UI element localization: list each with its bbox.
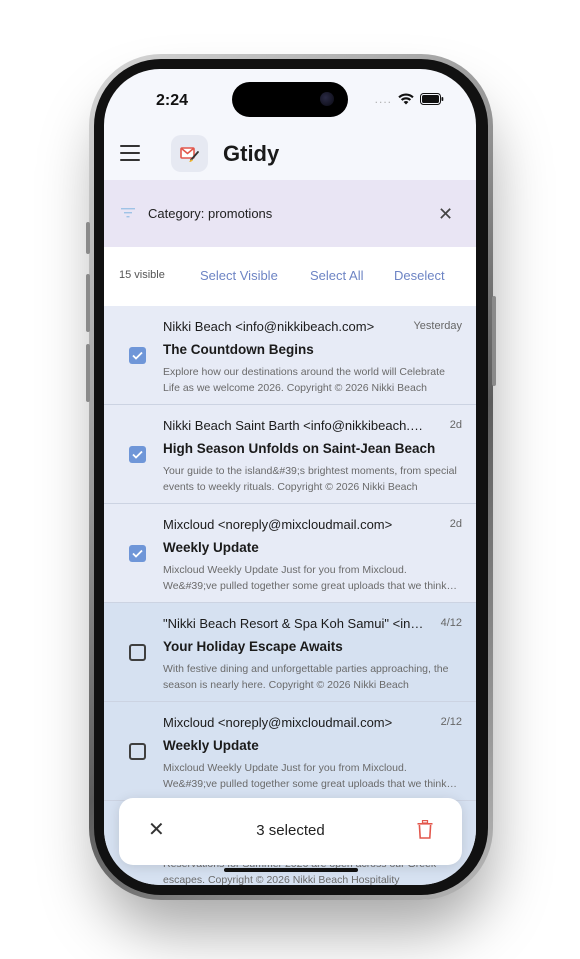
email-sender: Nikki Beach Saint Barth <info@nikkibeach… xyxy=(163,418,425,433)
deselect-button[interactable]: Deselect xyxy=(394,268,445,283)
email-sender: Nikki Beach <info@nikkibeach.com> xyxy=(163,319,375,334)
email-preview: Mixcloud Weekly Update Just for you from… xyxy=(163,762,447,790)
selection-actions-bar: 15 visible Select Visible Select All Des… xyxy=(104,247,476,306)
email-row[interactable]: "Nikki Beach Resort & Spa Koh Samui" <in… xyxy=(104,603,476,702)
dynamic-island xyxy=(232,82,348,117)
filter-label: Category: promotions xyxy=(148,206,273,221)
email-preview: Your guide to the island&#39;s brightest… xyxy=(163,465,457,493)
camera-icon xyxy=(320,92,334,106)
battery-icon xyxy=(420,93,444,105)
email-sender: "Nikki Beach Resort & Spa Koh Samui" <in… xyxy=(163,616,425,631)
app-header: Gtidy xyxy=(104,125,476,180)
select-visible-button[interactable]: Select Visible xyxy=(200,268,278,283)
email-row[interactable]: Mixcloud <noreply@mixcloudmail.com> 2/12… xyxy=(104,702,476,801)
email-checkbox-unchecked[interactable] xyxy=(129,743,146,760)
volume-down-button xyxy=(86,344,90,402)
email-row[interactable]: Nikki Beach Saint Barth <info@nikkibeach… xyxy=(104,405,476,504)
signal-dots: .... xyxy=(374,92,392,106)
email-subject: Your Holiday Escape Awaits xyxy=(163,639,343,654)
check-icon xyxy=(132,549,143,558)
visible-count: 15 visible xyxy=(119,269,165,281)
email-date: 2/12 xyxy=(440,716,462,728)
email-preview: Explore how our destinations around the … xyxy=(163,366,445,394)
email-sender: Mixcloud <noreply@mixcloudmail.com> xyxy=(163,715,393,730)
trash-icon[interactable] xyxy=(417,820,433,839)
email-preview: With festive dining and unforgettable pa… xyxy=(163,663,449,691)
selected-count: 3 selected xyxy=(256,822,325,839)
email-checkbox-checked[interactable] xyxy=(129,446,146,463)
email-subject: High Season Unfolds on Saint-Jean Beach xyxy=(163,441,436,456)
email-subject: Weekly Update xyxy=(163,738,259,753)
email-subject: The Countdown Begins xyxy=(163,342,314,357)
email-date: 2d xyxy=(449,419,462,431)
wifi-icon xyxy=(398,93,414,105)
email-checkbox-checked[interactable] xyxy=(129,545,146,562)
email-row[interactable]: Nikki Beach <info@nikkibeach.com> Yester… xyxy=(104,306,476,405)
volume-up-button xyxy=(86,274,90,332)
check-icon xyxy=(132,351,143,360)
status-indicators: .... xyxy=(375,93,444,105)
filter-icon xyxy=(121,208,135,218)
email-date: 4/12 xyxy=(440,617,462,629)
email-date: 2d xyxy=(449,518,462,530)
email-date: Yesterday xyxy=(413,320,462,332)
power-button xyxy=(492,296,496,386)
check-icon xyxy=(132,450,143,459)
action-button xyxy=(86,222,90,254)
email-checkbox-unchecked[interactable] xyxy=(129,644,146,661)
email-row[interactable]: Mixcloud <noreply@mixcloudmail.com> 2d W… xyxy=(104,504,476,603)
email-subject: Weekly Update xyxy=(163,540,259,555)
home-indicator xyxy=(224,868,358,872)
selection-bottom-bar: ✕ 3 selected xyxy=(119,798,462,865)
app-title: Gtidy xyxy=(223,141,280,166)
gtidy-logo-icon xyxy=(171,135,208,172)
email-preview: Mixcloud Weekly Update Just for you from… xyxy=(163,564,447,592)
select-all-button[interactable]: Select All xyxy=(310,268,363,283)
clear-filter-close-icon[interactable]: ✕ xyxy=(438,205,453,223)
app-screen: 2:24 .... Gtidy Category: promotions ✕ 1… xyxy=(104,69,476,885)
hamburger-menu-icon[interactable] xyxy=(120,145,140,161)
category-filter-bar: Category: promotions ✕ xyxy=(104,180,476,247)
email-sender: Mixcloud <noreply@mixcloudmail.com> xyxy=(163,517,393,532)
email-checkbox-checked[interactable] xyxy=(129,347,146,364)
status-time: 2:24 xyxy=(156,92,189,109)
